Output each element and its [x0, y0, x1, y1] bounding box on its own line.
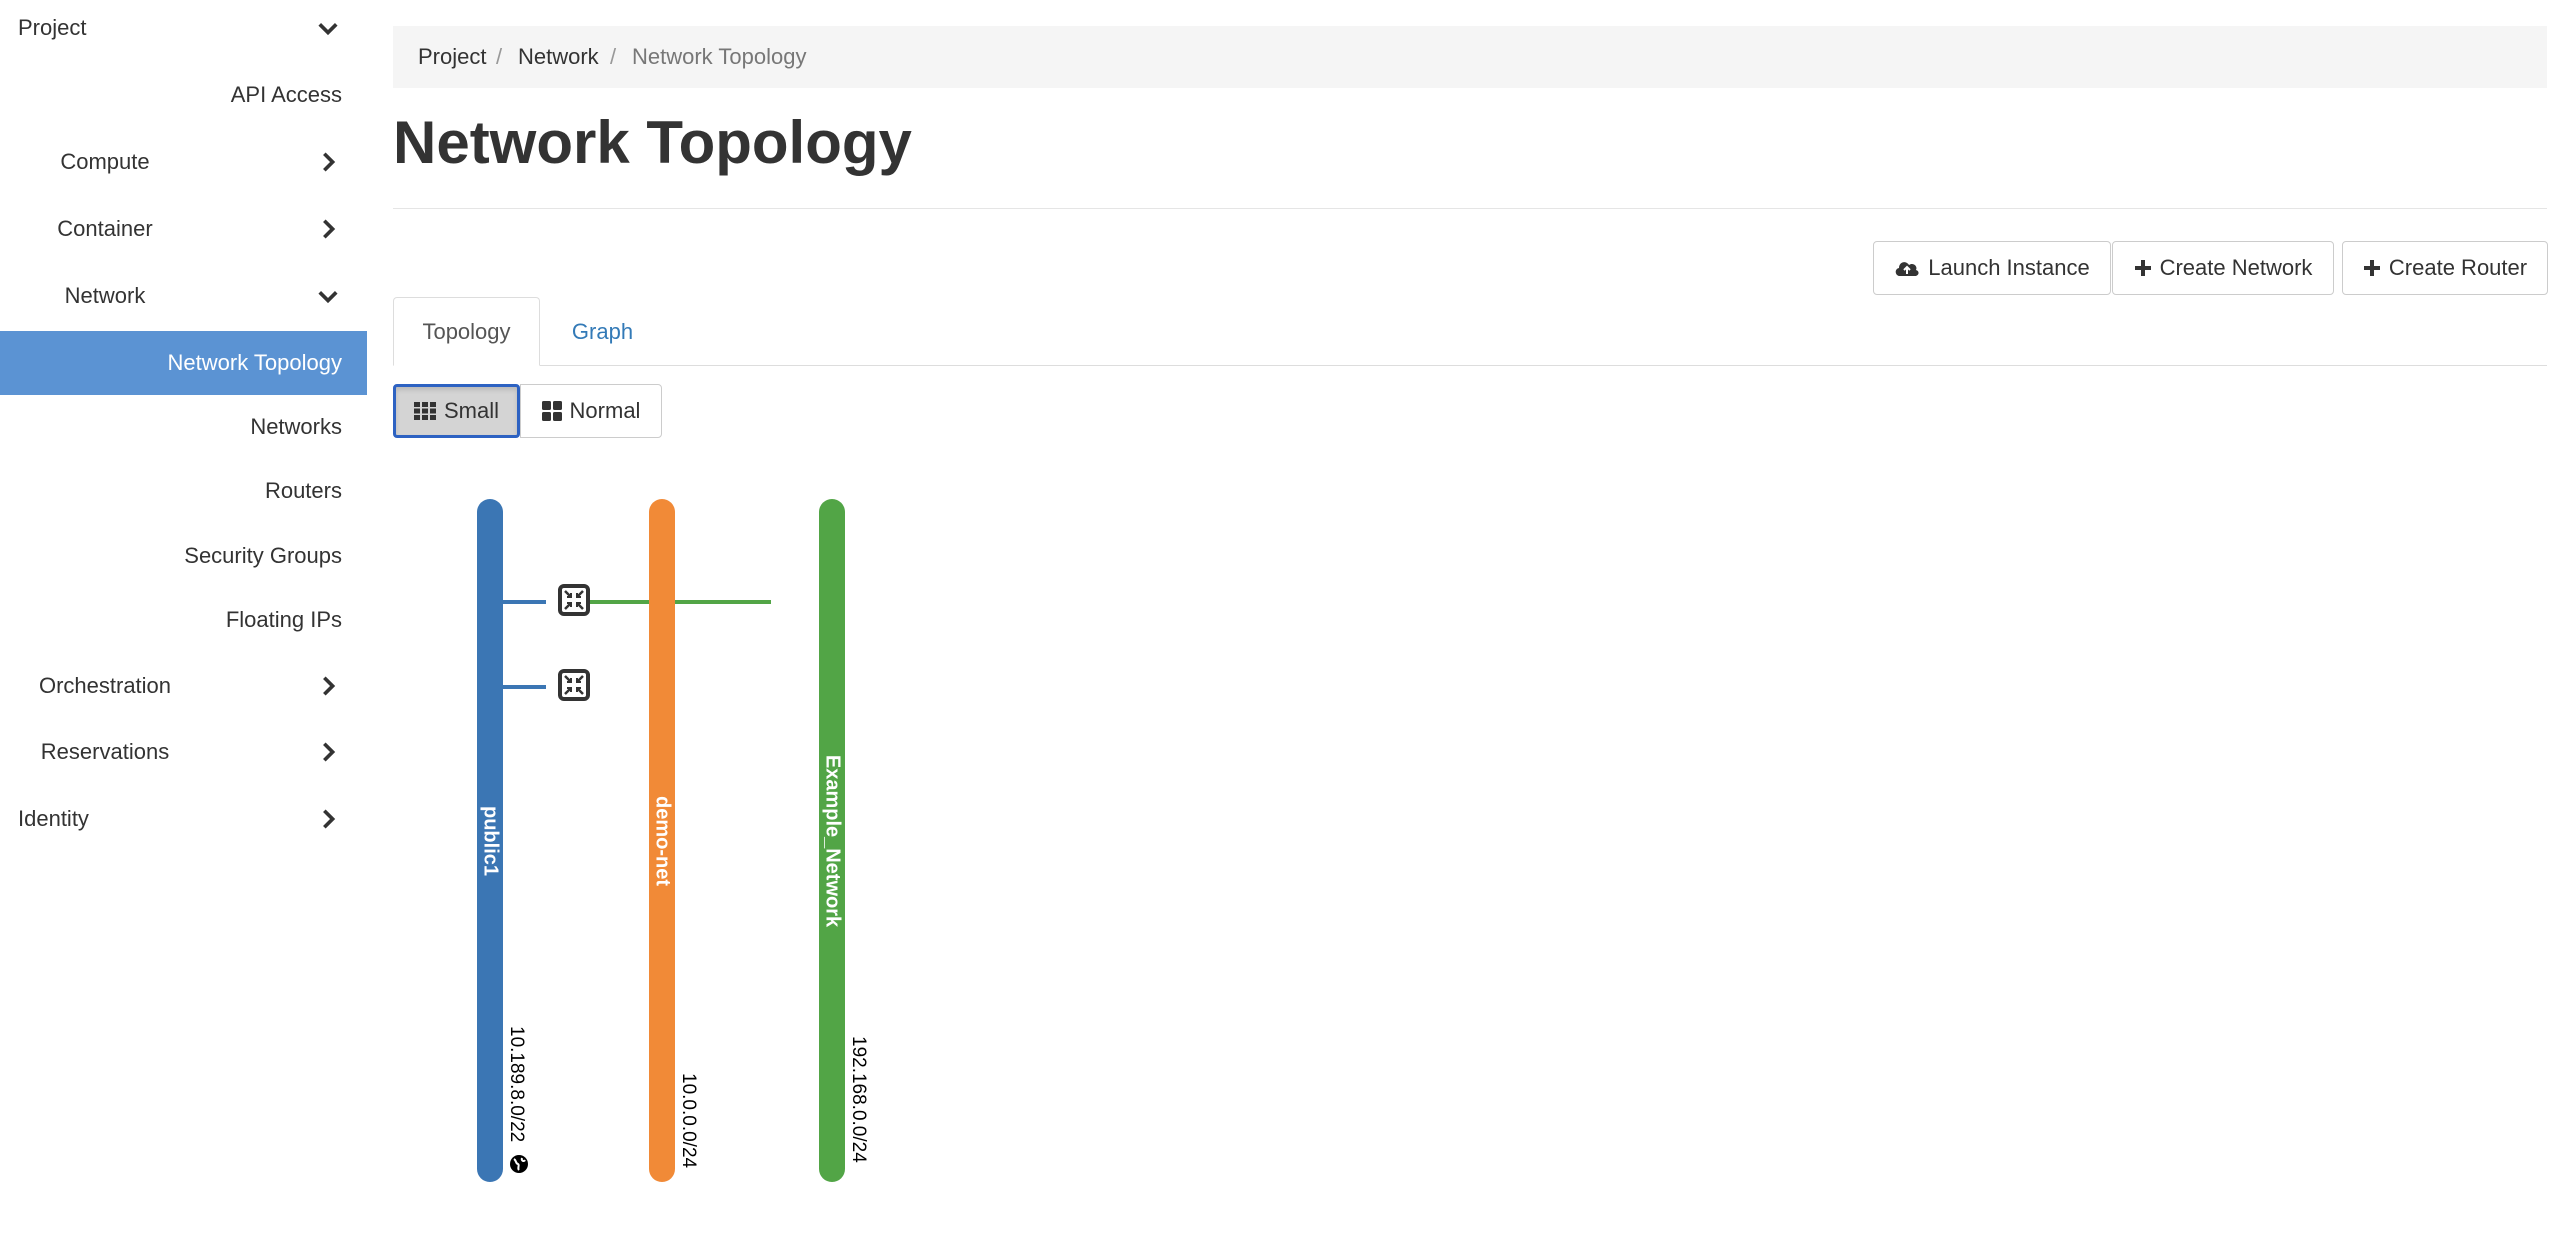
network-name-label: demo-net [651, 796, 674, 886]
sidebar-item-label: Security Groups [184, 543, 342, 568]
sidebar-item-label: Network Topology [167, 350, 342, 375]
small-view-label: Small [443, 398, 499, 423]
topology-canvas: public1 demo-net Example_Network 10.189.… [393, 470, 1093, 1190]
create-network-button[interactable]: Create Network [2112, 241, 2334, 295]
sidebar-item-floating-ips[interactable]: Floating IPs [0, 588, 367, 652]
network-cidr-label: 10.0.0.0/24 [678, 1073, 699, 1169]
page-title: Network Topology [393, 109, 912, 176]
sidebar-item-network-topology[interactable]: Network Topology [0, 331, 367, 395]
breadcrumb-item-project[interactable]: Project [418, 26, 486, 88]
router-icon [564, 675, 584, 695]
chevron-right-icon [323, 152, 336, 172]
tab-topology[interactable]: Topology [393, 297, 540, 366]
breadcrumb: Project / Network / Network Topology [393, 26, 2547, 88]
network-name-label: Example_Network [821, 754, 844, 928]
sidebar-item-label: Floating IPs [225, 607, 342, 632]
cloud-upload-icon [1895, 262, 1919, 276]
divider [393, 208, 2547, 209]
sidebar: Project API Access Compute Container Net… [0, 0, 367, 1233]
launch-instance-label: Launch Instance [1928, 255, 2090, 280]
sidebar-item-label: Identity [18, 806, 89, 831]
sidebar-item-compute[interactable]: Compute [0, 130, 367, 194]
network-cidr-label: 192.168.0.0/24 [848, 1036, 869, 1163]
router-node[interactable] [558, 669, 590, 701]
sidebar-item-label: Project [18, 15, 87, 40]
create-network-label: Create Network [2159, 255, 2313, 280]
launch-instance-button[interactable]: Launch Instance [1873, 241, 2111, 295]
network-name-label: public1 [479, 805, 502, 877]
sidebar-item-label: Networks [250, 414, 342, 439]
chevron-right-icon [323, 219, 336, 239]
breadcrumb-item-current: Network Topology [632, 44, 807, 69]
chevron-down-icon [318, 291, 338, 304]
tabs-divider [393, 365, 2547, 366]
small-view-button[interactable]: Small [393, 384, 520, 438]
sidebar-item-network[interactable]: Network [0, 264, 367, 328]
normal-view-label: Normal [569, 398, 641, 423]
th-large-icon [541, 401, 562, 421]
create-router-label: Create Router [2388, 255, 2528, 280]
router-link-line [500, 685, 546, 689]
globe-icon [510, 1155, 528, 1173]
plus-icon [2363, 260, 2380, 276]
sidebar-item-reservations[interactable]: Reservations [0, 720, 367, 784]
network-cidr-label: 10.189.8.0/22 [506, 1026, 527, 1143]
sidebar-item-orchestration[interactable]: Orchestration [0, 654, 367, 718]
sidebar-item-label: API Access [230, 82, 342, 107]
normal-view-button[interactable]: Normal [520, 384, 662, 438]
th-grid-icon [413, 402, 436, 420]
sidebar-item-label: Reservations [40, 739, 170, 764]
sidebar-item-label: Container [57, 216, 153, 241]
sidebar-item-label: Routers [264, 478, 342, 503]
breadcrumb-separator: / [496, 44, 503, 69]
sidebar-item-label: Network [64, 283, 146, 308]
chevron-right-icon [323, 809, 336, 829]
breadcrumb-separator: / [610, 44, 617, 69]
sidebar-item-identity[interactable]: Identity [0, 787, 367, 851]
sidebar-item-networks[interactable]: Networks [0, 395, 367, 459]
sidebar-item-label: Orchestration [38, 673, 172, 698]
create-router-button[interactable]: Create Router [2342, 241, 2548, 295]
router-link-line [500, 600, 546, 604]
tab-graph[interactable]: Graph [545, 297, 660, 366]
breadcrumb-item-network[interactable]: Network [518, 26, 599, 88]
sidebar-item-api-access[interactable]: API Access [0, 63, 367, 127]
sidebar-item-routers[interactable]: Routers [0, 459, 367, 523]
plus-icon [2134, 260, 2151, 276]
sidebar-item-container[interactable]: Container [0, 197, 367, 261]
sidebar-item-security-groups[interactable]: Security Groups [0, 524, 367, 588]
router-link-line [672, 600, 771, 604]
chevron-right-icon [323, 742, 336, 762]
router-node[interactable] [558, 584, 590, 616]
chevron-down-icon [318, 23, 338, 36]
sidebar-item-project[interactable]: Project [0, 0, 367, 60]
sidebar-item-label: Compute [60, 149, 150, 174]
router-icon [564, 590, 584, 610]
chevron-right-icon [323, 676, 336, 696]
